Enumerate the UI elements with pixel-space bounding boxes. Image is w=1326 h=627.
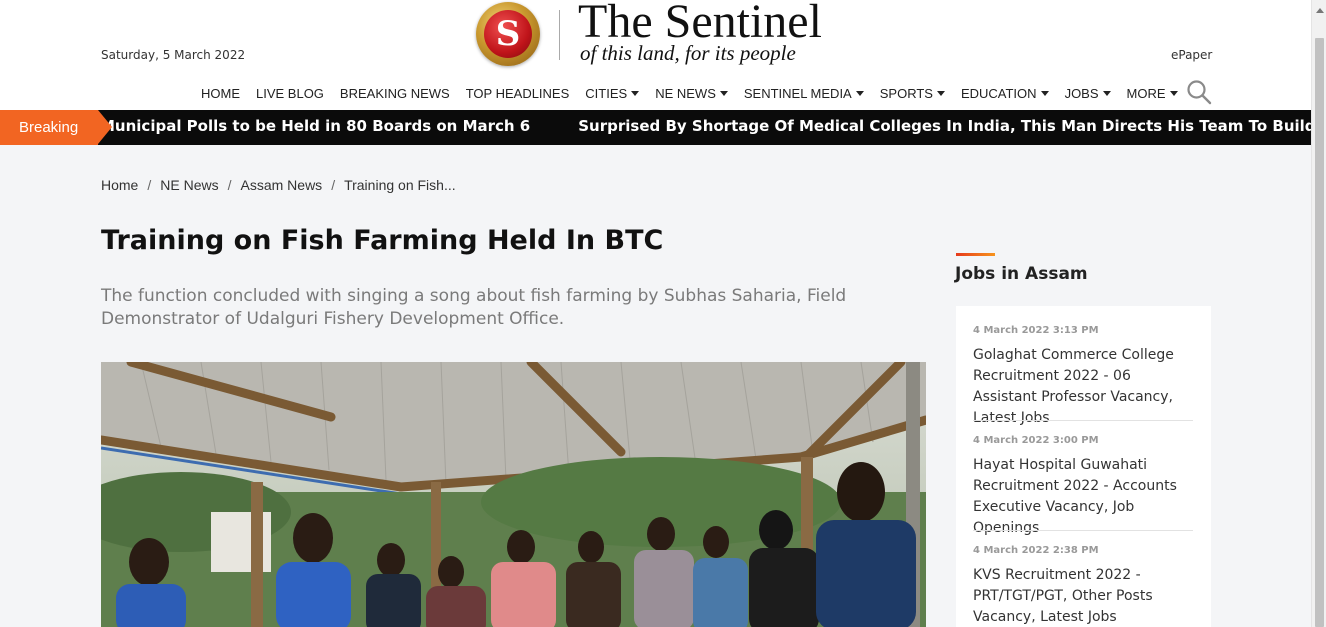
nav-jobs[interactable]: JOBS: [1057, 84, 1119, 102]
breadcrumb-separator: /: [227, 177, 232, 193]
breadcrumb-assam-news[interactable]: Assam News: [241, 177, 323, 193]
sidebar-accent-bar: [956, 253, 995, 256]
epaper-link[interactable]: ePaper: [1171, 48, 1212, 62]
breadcrumb-separator: /: [147, 177, 152, 193]
breaking-arrow-shape: [98, 110, 112, 144]
sidebar-title: Jobs in Assam: [955, 264, 1088, 284]
job-link[interactable]: KVS Recruitment 2022 - PRT/TGT/PGT, Othe…: [973, 565, 1193, 627]
nav-education[interactable]: EDUCATION: [953, 84, 1057, 102]
caret-down-icon: [719, 90, 728, 96]
jobs-list: 4 March 2022 3:13 PM Golaghat Commerce C…: [956, 306, 1211, 627]
fish-farming-training-photo: [101, 362, 926, 627]
job-date: 4 March 2022 2:38 PM: [973, 545, 1099, 556]
caret-down-icon: [855, 90, 864, 96]
search-icon[interactable]: [1186, 79, 1212, 105]
nav-sentinel-media[interactable]: SENTINEL MEDIA: [736, 84, 872, 102]
job-link[interactable]: Hayat Hospital Guwahati Recruitment 2022…: [973, 455, 1193, 539]
job-date: 4 March 2022 3:00 PM: [973, 435, 1099, 446]
scroll-up-arrow-icon[interactable]: [1316, 8, 1324, 13]
nav-cities[interactable]: CITIES: [577, 84, 647, 102]
caret-down-icon: [631, 90, 640, 96]
job-divider: [973, 420, 1193, 421]
breadcrumb-ne-news[interactable]: NE News: [160, 177, 218, 193]
job-date: 4 March 2022 3:13 PM: [973, 325, 1099, 336]
job-divider: [973, 530, 1193, 531]
job-link[interactable]: Golaghat Commerce College Recruitment 20…: [973, 345, 1193, 429]
breaking-label: Breaking: [0, 110, 98, 145]
list-item: 4 March 2022 3:13 PM Golaghat Commerce C…: [973, 325, 1193, 429]
scroll-thumb[interactable]: [1315, 38, 1324, 627]
logo-divider: [559, 10, 560, 60]
nav-home[interactable]: HOME: [193, 84, 248, 102]
caret-down-icon: [936, 90, 945, 96]
ticker-track: Municipal Polls to be Held in 80 Boards …: [100, 110, 1311, 145]
current-date: Saturday, 5 March 2022: [101, 48, 246, 62]
nav-breaking-news[interactable]: BREAKING NEWS: [332, 84, 458, 102]
sentinel-logo-icon[interactable]: S: [476, 2, 540, 66]
site-header: Saturday, 5 March 2022 S The Sentinel of…: [0, 0, 1311, 110]
article-title: Training on Fish Farming Held In BTC: [101, 225, 664, 256]
logo-letter: S: [495, 14, 521, 54]
article-summary: The function concluded with singing a so…: [101, 286, 847, 329]
article-photo[interactable]: [101, 362, 926, 627]
nav-live-blog[interactable]: LIVE BLOG: [248, 84, 332, 102]
caret-down-icon: [1102, 90, 1111, 96]
ticker-item[interactable]: Municipal Polls to be Held in 80 Boards …: [100, 110, 530, 145]
nav-top-headlines[interactable]: TOP HEADLINES: [458, 84, 578, 102]
caret-down-icon: [1040, 90, 1049, 96]
main-nav: HOME LIVE BLOG BREAKING NEWS TOP HEADLIN…: [193, 84, 1186, 102]
breaking-news-ticker: Breaking Municipal Polls to be Held in 8…: [0, 110, 1311, 145]
list-item: 4 March 2022 3:00 PM Hayat Hospital Guwa…: [973, 435, 1193, 539]
page-scrollbar[interactable]: [1311, 0, 1326, 627]
breadcrumb-current: Training on Fish...: [344, 177, 456, 193]
brand-tagline: of this land, for its people: [580, 41, 796, 65]
caret-down-icon: [1169, 90, 1178, 96]
breadcrumb-separator: /: [331, 177, 336, 193]
list-item: 4 March 2022 2:38 PM KVS Recruitment 202…: [973, 545, 1193, 627]
nav-more[interactable]: MORE: [1119, 84, 1186, 102]
breadcrumb-home[interactable]: Home: [101, 177, 138, 193]
nav-ne-news[interactable]: NE NEWS: [647, 84, 736, 102]
breadcrumb: Home / NE News / Assam News / Training o…: [101, 177, 456, 193]
ticker-item[interactable]: Surprised By Shortage Of Medical College…: [578, 110, 1311, 145]
nav-sports[interactable]: SPORTS: [872, 84, 953, 102]
